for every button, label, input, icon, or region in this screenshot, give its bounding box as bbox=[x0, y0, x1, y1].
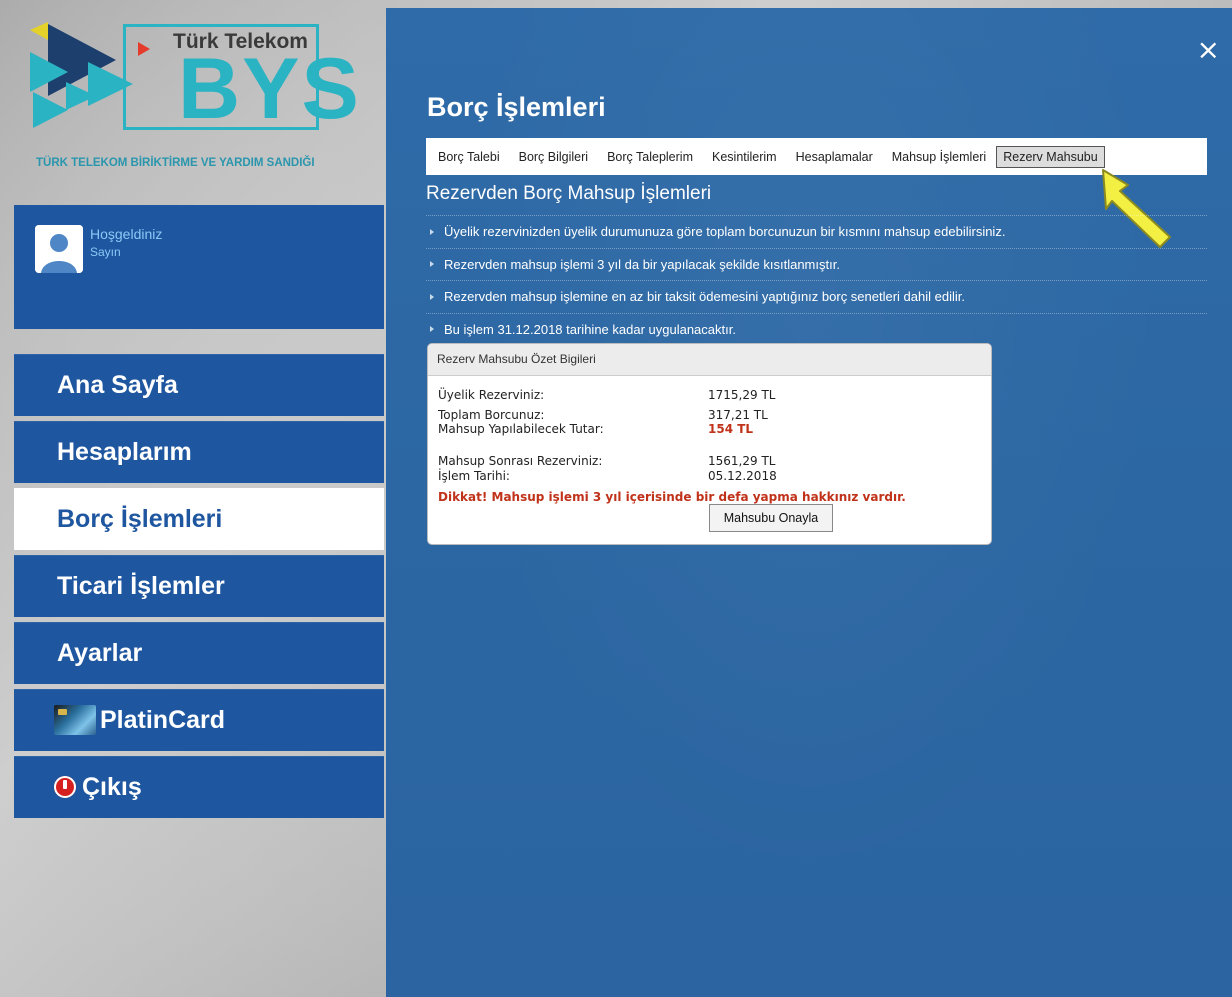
info-text: Bu işlem 31.12.2018 tarihine kadar uygul… bbox=[444, 321, 736, 337]
summary-card: Rezerv Mahsubu Özet Bigileri Üyelik Reze… bbox=[427, 343, 992, 545]
user-avatar-icon bbox=[35, 225, 83, 273]
rezerv-label: Üyelik Rezerviniz: bbox=[438, 388, 545, 402]
nav-item-borc-islemleri[interactable]: Borç İşlemleri bbox=[14, 488, 384, 550]
confirm-offset-button[interactable]: Mahsubu Onayla bbox=[709, 504, 833, 532]
borc-label: Toplam Borcunuz: bbox=[438, 408, 545, 422]
islem-tarihi-label: İşlem Tarihi: bbox=[438, 469, 510, 483]
nav-item-hesaplarim[interactable]: Hesaplarım bbox=[14, 421, 384, 483]
tab-bar: Borç Talebi Borç Bilgileri Borç Talepler… bbox=[426, 138, 1207, 175]
logo-tagline: TÜRK TELEKOM BİRİKTİRME VE YARDIM SANDIĞ… bbox=[36, 157, 315, 169]
info-text: Rezervden mahsup işlemine en az bir taks… bbox=[444, 289, 965, 305]
bullet-icon bbox=[430, 326, 434, 333]
welcome-title: Hoşgeldiniz bbox=[90, 226, 163, 242]
info-text: Rezervden mahsup işlemi 3 yıl da bir yap… bbox=[444, 256, 840, 272]
nav-item-label: Ana Sayfa bbox=[57, 370, 178, 399]
list-item: Bu işlem 31.12.2018 tarihine kadar uygul… bbox=[426, 312, 1207, 346]
tab-hesaplamalar[interactable]: Hesaplamalar bbox=[796, 150, 873, 164]
tab-borc-talebi[interactable]: Borç Talebi bbox=[438, 150, 500, 164]
page-title: Borç İşlemleri bbox=[427, 92, 606, 122]
nav-item-label: Çıkış bbox=[82, 772, 142, 801]
nav-item-label: Ticari İşlemler bbox=[57, 571, 225, 600]
tab-borc-bilgileri[interactable]: Borç Bilgileri bbox=[519, 150, 588, 164]
nav-item-ayarlar[interactable]: Ayarlar bbox=[14, 622, 384, 684]
nav-item-label: Ayarlar bbox=[57, 638, 143, 667]
sonrasi-rezerv-value: 1561,29 TL bbox=[708, 454, 776, 468]
close-button[interactable]: × bbox=[1197, 36, 1220, 64]
nav-item-ticari-islemler[interactable]: Ticari İşlemler bbox=[14, 555, 384, 617]
nav-item-label: Hesaplarım bbox=[57, 437, 192, 466]
power-icon bbox=[54, 776, 76, 798]
tab-borc-taleplerim[interactable]: Borç Taleplerim bbox=[607, 150, 693, 164]
logo-bys: BYS bbox=[178, 41, 361, 137]
avatar bbox=[35, 225, 83, 273]
info-list: Üyelik rezervinizden üyelik durumunuza g… bbox=[426, 215, 1207, 345]
list-item: Rezervden mahsup işlemine en az bir taks… bbox=[426, 280, 1207, 313]
nav-item-cikis[interactable]: Çıkış bbox=[14, 756, 384, 818]
tab-mahsup-islemleri[interactable]: Mahsup İşlemleri bbox=[892, 150, 986, 164]
logo: Türk Telekom BYS TÜRK TELEKOM BİRİKTİRME… bbox=[28, 22, 359, 169]
sidebar-nav: Ana Sayfa Hesaplarım Borç İşlemleri Tica… bbox=[14, 354, 384, 823]
bullet-icon bbox=[430, 228, 434, 235]
list-item: Üyelik rezervinizden üyelik durumunuza g… bbox=[426, 215, 1207, 248]
nav-item-label: Borç İşlemleri bbox=[57, 504, 223, 533]
rezerv-value: 1715,29 TL bbox=[708, 388, 776, 402]
bullet-icon bbox=[430, 293, 434, 300]
islem-tarihi-value: 05.12.2018 bbox=[708, 469, 777, 483]
sonrasi-rezerv-label: Mahsup Sonrası Rezerviniz: bbox=[438, 454, 603, 468]
welcome-panel: Hoşgeldiniz Sayın bbox=[14, 205, 384, 329]
mahsup-tutar-label: Mahsup Yapılabilecek Tutar: bbox=[438, 422, 604, 436]
info-text: Üyelik rezervinizden üyelik durumunuza g… bbox=[444, 224, 1006, 240]
warning-text: Dikkat! Mahsup işlemi 3 yıl içerisinde b… bbox=[438, 490, 906, 504]
list-item: Rezervden mahsup işlemi 3 yıl da bir yap… bbox=[426, 247, 1207, 281]
mahsup-tutar-value: 154 TL bbox=[708, 422, 754, 436]
tab-kesintilerim[interactable]: Kesintilerim bbox=[712, 150, 777, 164]
bullet-icon bbox=[430, 261, 434, 268]
borc-value: 317,21 TL bbox=[708, 408, 768, 422]
nav-item-ana-sayfa[interactable]: Ana Sayfa bbox=[14, 354, 384, 416]
section-title: Rezervden Borç Mahsup İşlemleri bbox=[426, 183, 712, 204]
credit-card-icon bbox=[54, 705, 96, 735]
main-panel: × Borç İşlemleri Borç Talebi Borç Bilgil… bbox=[386, 8, 1232, 997]
tab-rezerv-mahsubu[interactable]: Rezerv Mahsubu bbox=[996, 145, 1105, 168]
nav-item-platincard[interactable]: PlatinCard bbox=[14, 689, 384, 751]
nav-item-label: PlatinCard bbox=[100, 705, 226, 734]
welcome-subtitle: Sayın bbox=[90, 245, 121, 259]
summary-header: Rezerv Mahsubu Özet Bigileri bbox=[428, 344, 991, 376]
